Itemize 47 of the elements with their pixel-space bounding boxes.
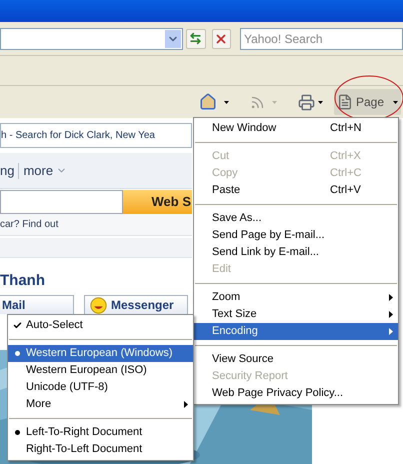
dropdown-button[interactable] xyxy=(164,30,181,48)
browser-tab[interactable]: h - Search for Dick Clark, New Yea xyxy=(0,123,192,148)
nav-link[interactable]: ng xyxy=(0,160,14,180)
refresh-arrows-icon xyxy=(189,32,202,45)
menu-item[interactable]: Web Page Privacy Policy... xyxy=(194,385,398,402)
smiley-icon xyxy=(90,296,107,314)
close-icon xyxy=(214,32,228,46)
home-icon[interactable] xyxy=(198,93,217,111)
menu-item[interactable]: More xyxy=(8,396,193,413)
search-field[interactable]: Yahoo! Search xyxy=(240,28,403,50)
menu-item[interactable]: Send Page by E-mail... xyxy=(194,227,398,244)
menu-item[interactable]: Send Link by E-mail... xyxy=(194,244,398,261)
submenu-arrow-icon xyxy=(389,294,393,301)
printer-icon[interactable] xyxy=(298,94,315,110)
menu-item[interactable]: New Window Ctrl+N xyxy=(194,120,398,137)
menu-item[interactable]: Right-To-Left Document xyxy=(8,441,193,458)
menu-item[interactable]: Paste Ctrl+V xyxy=(194,182,398,199)
menu-item[interactable]: Auto-Select xyxy=(8,317,193,334)
page-button[interactable]: Page xyxy=(334,89,401,115)
menu-item[interactable]: Encoding xyxy=(194,323,398,340)
search-input[interactable] xyxy=(0,190,123,214)
submenu-arrow-icon xyxy=(389,311,393,318)
mail-button[interactable]: Mail xyxy=(0,295,74,314)
menu-item[interactable]: View Source xyxy=(194,351,398,368)
menu-item[interactable]: Western European (ISO) xyxy=(8,362,193,379)
menu-item[interactable]: Text Size xyxy=(194,306,398,323)
menu-item[interactable]: Left-To-Right Document xyxy=(8,424,193,441)
caret-icon xyxy=(393,100,398,104)
web-search-button[interactable]: Web S xyxy=(123,190,192,214)
menu-item[interactable]: Unicode (UTF-8) xyxy=(8,379,193,396)
submenu-arrow-icon xyxy=(389,328,393,335)
caret-icon xyxy=(272,100,277,104)
page-icon xyxy=(336,94,353,110)
nav-link[interactable]: more xyxy=(23,160,68,180)
caret-icon xyxy=(318,100,323,104)
messenger-button[interactable]: Messenger xyxy=(84,295,188,314)
check-icon xyxy=(12,321,22,330)
refresh-button[interactable] xyxy=(186,28,206,48)
greeting-heading: Thanh xyxy=(0,270,45,290)
address-field[interactable] xyxy=(0,28,183,50)
caret-icon xyxy=(224,100,229,104)
submenu-arrow-icon xyxy=(184,401,188,408)
menu-item[interactable]: Zoom xyxy=(194,289,398,306)
feed-icon[interactable] xyxy=(250,94,265,110)
stop-button[interactable] xyxy=(212,28,232,48)
menu-item[interactable]: Western European (Windows) xyxy=(8,345,193,362)
menu-item[interactable]: Save As... xyxy=(194,210,398,227)
